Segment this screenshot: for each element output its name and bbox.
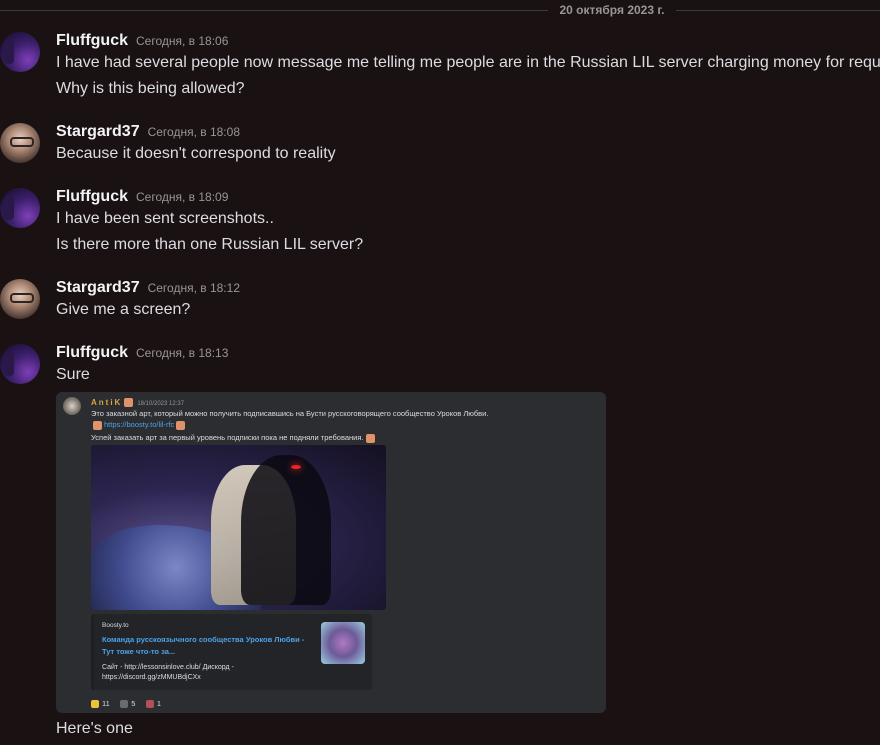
- embed-author-row: AntiK 18/10/2023 12:37: [91, 398, 185, 408]
- artwork-shape: [241, 455, 331, 605]
- timestamp: Сегодня, в 18:13: [136, 346, 229, 360]
- emoji-icon: [124, 398, 134, 408]
- reaction: 11: [91, 699, 110, 709]
- embed-text: Это заказной арт, который можно получить…: [91, 409, 489, 418]
- embed-timestamp: 18/10/2023 12:37: [137, 401, 185, 407]
- artwork-shape: [291, 465, 301, 469]
- embed-text: Успей заказать арт за первый уровень под…: [91, 433, 364, 442]
- avatar[interactable]: [0, 32, 40, 72]
- username[interactable]: Fluffguck: [56, 344, 128, 361]
- reaction: 5: [120, 699, 136, 709]
- username[interactable]: Stargard37: [56, 123, 140, 140]
- message-text: I have been sent screenshots..: [56, 210, 274, 227]
- reaction-count: 11: [102, 699, 110, 708]
- username[interactable]: Fluffguck: [56, 32, 128, 49]
- figure-icon: [120, 700, 129, 709]
- emoji-icon: [176, 420, 186, 430]
- date-divider: 20 октября 2023 г.: [0, 3, 880, 17]
- message-text: Here's one: [56, 720, 133, 737]
- attachment-image[interactable]: AntiK 18/10/2023 12:37 Это заказной арт, …: [56, 392, 606, 713]
- timestamp: Сегодня, в 18:09: [136, 190, 229, 204]
- timestamp: Сегодня, в 18:12: [147, 281, 240, 295]
- username[interactable]: Stargard37: [56, 279, 140, 296]
- card-thumbnail: [321, 622, 365, 664]
- embed-author: AntiK: [91, 398, 123, 407]
- date-divider-label: 20 октября 2023 г.: [559, 3, 665, 17]
- emoji-icon: [93, 420, 102, 430]
- avatar[interactable]: [0, 188, 40, 228]
- username[interactable]: Fluffguck: [56, 188, 128, 205]
- embed-text-row: Успей заказать арт за первый уровень под…: [91, 433, 377, 443]
- timestamp: Сегодня, в 18:06: [136, 34, 229, 48]
- emoji-icon: [365, 433, 375, 443]
- avatar[interactable]: [0, 123, 40, 163]
- thumbs-up-icon: [91, 700, 99, 709]
- embed-link-row: https://boosty.to/lil-rfc: [91, 420, 187, 430]
- reaction: 1: [145, 699, 162, 709]
- embed-artwork-image: [91, 445, 386, 610]
- message-text: Is there more than one Russian LIL serve…: [56, 236, 364, 253]
- card-description: Сайт - http://lessonsinlove.club/ Дискор…: [102, 664, 234, 681]
- message-text: Because it doesn't correspond to reality: [56, 145, 336, 162]
- embed-link: https://boosty.to/lil-rfc: [104, 420, 175, 429]
- embed-avatar: [63, 397, 81, 415]
- card-site: Boosty.to: [102, 622, 129, 629]
- link-preview-card: Boosty.to Команда русскоязычного сообщес…: [91, 614, 372, 690]
- message-text: I have had several people now message me…: [56, 54, 880, 71]
- message-text: Why is this being allowed?: [56, 80, 245, 97]
- reaction-count: 5: [131, 699, 136, 708]
- divider-line-left: [0, 10, 548, 11]
- reaction-count: 1: [156, 699, 162, 708]
- avatar[interactable]: [0, 344, 40, 384]
- figure-red-icon: [145, 700, 154, 709]
- divider-line-right: [676, 10, 880, 11]
- timestamp: Сегодня, в 18:08: [147, 125, 240, 139]
- reactions-row: 11 5 1: [91, 693, 167, 709]
- message-text: Sure: [56, 366, 90, 383]
- avatar[interactable]: [0, 279, 40, 319]
- message-text: Give me a screen?: [56, 301, 191, 318]
- card-title: Команда русскоязычного сообщества Уроков…: [102, 635, 305, 656]
